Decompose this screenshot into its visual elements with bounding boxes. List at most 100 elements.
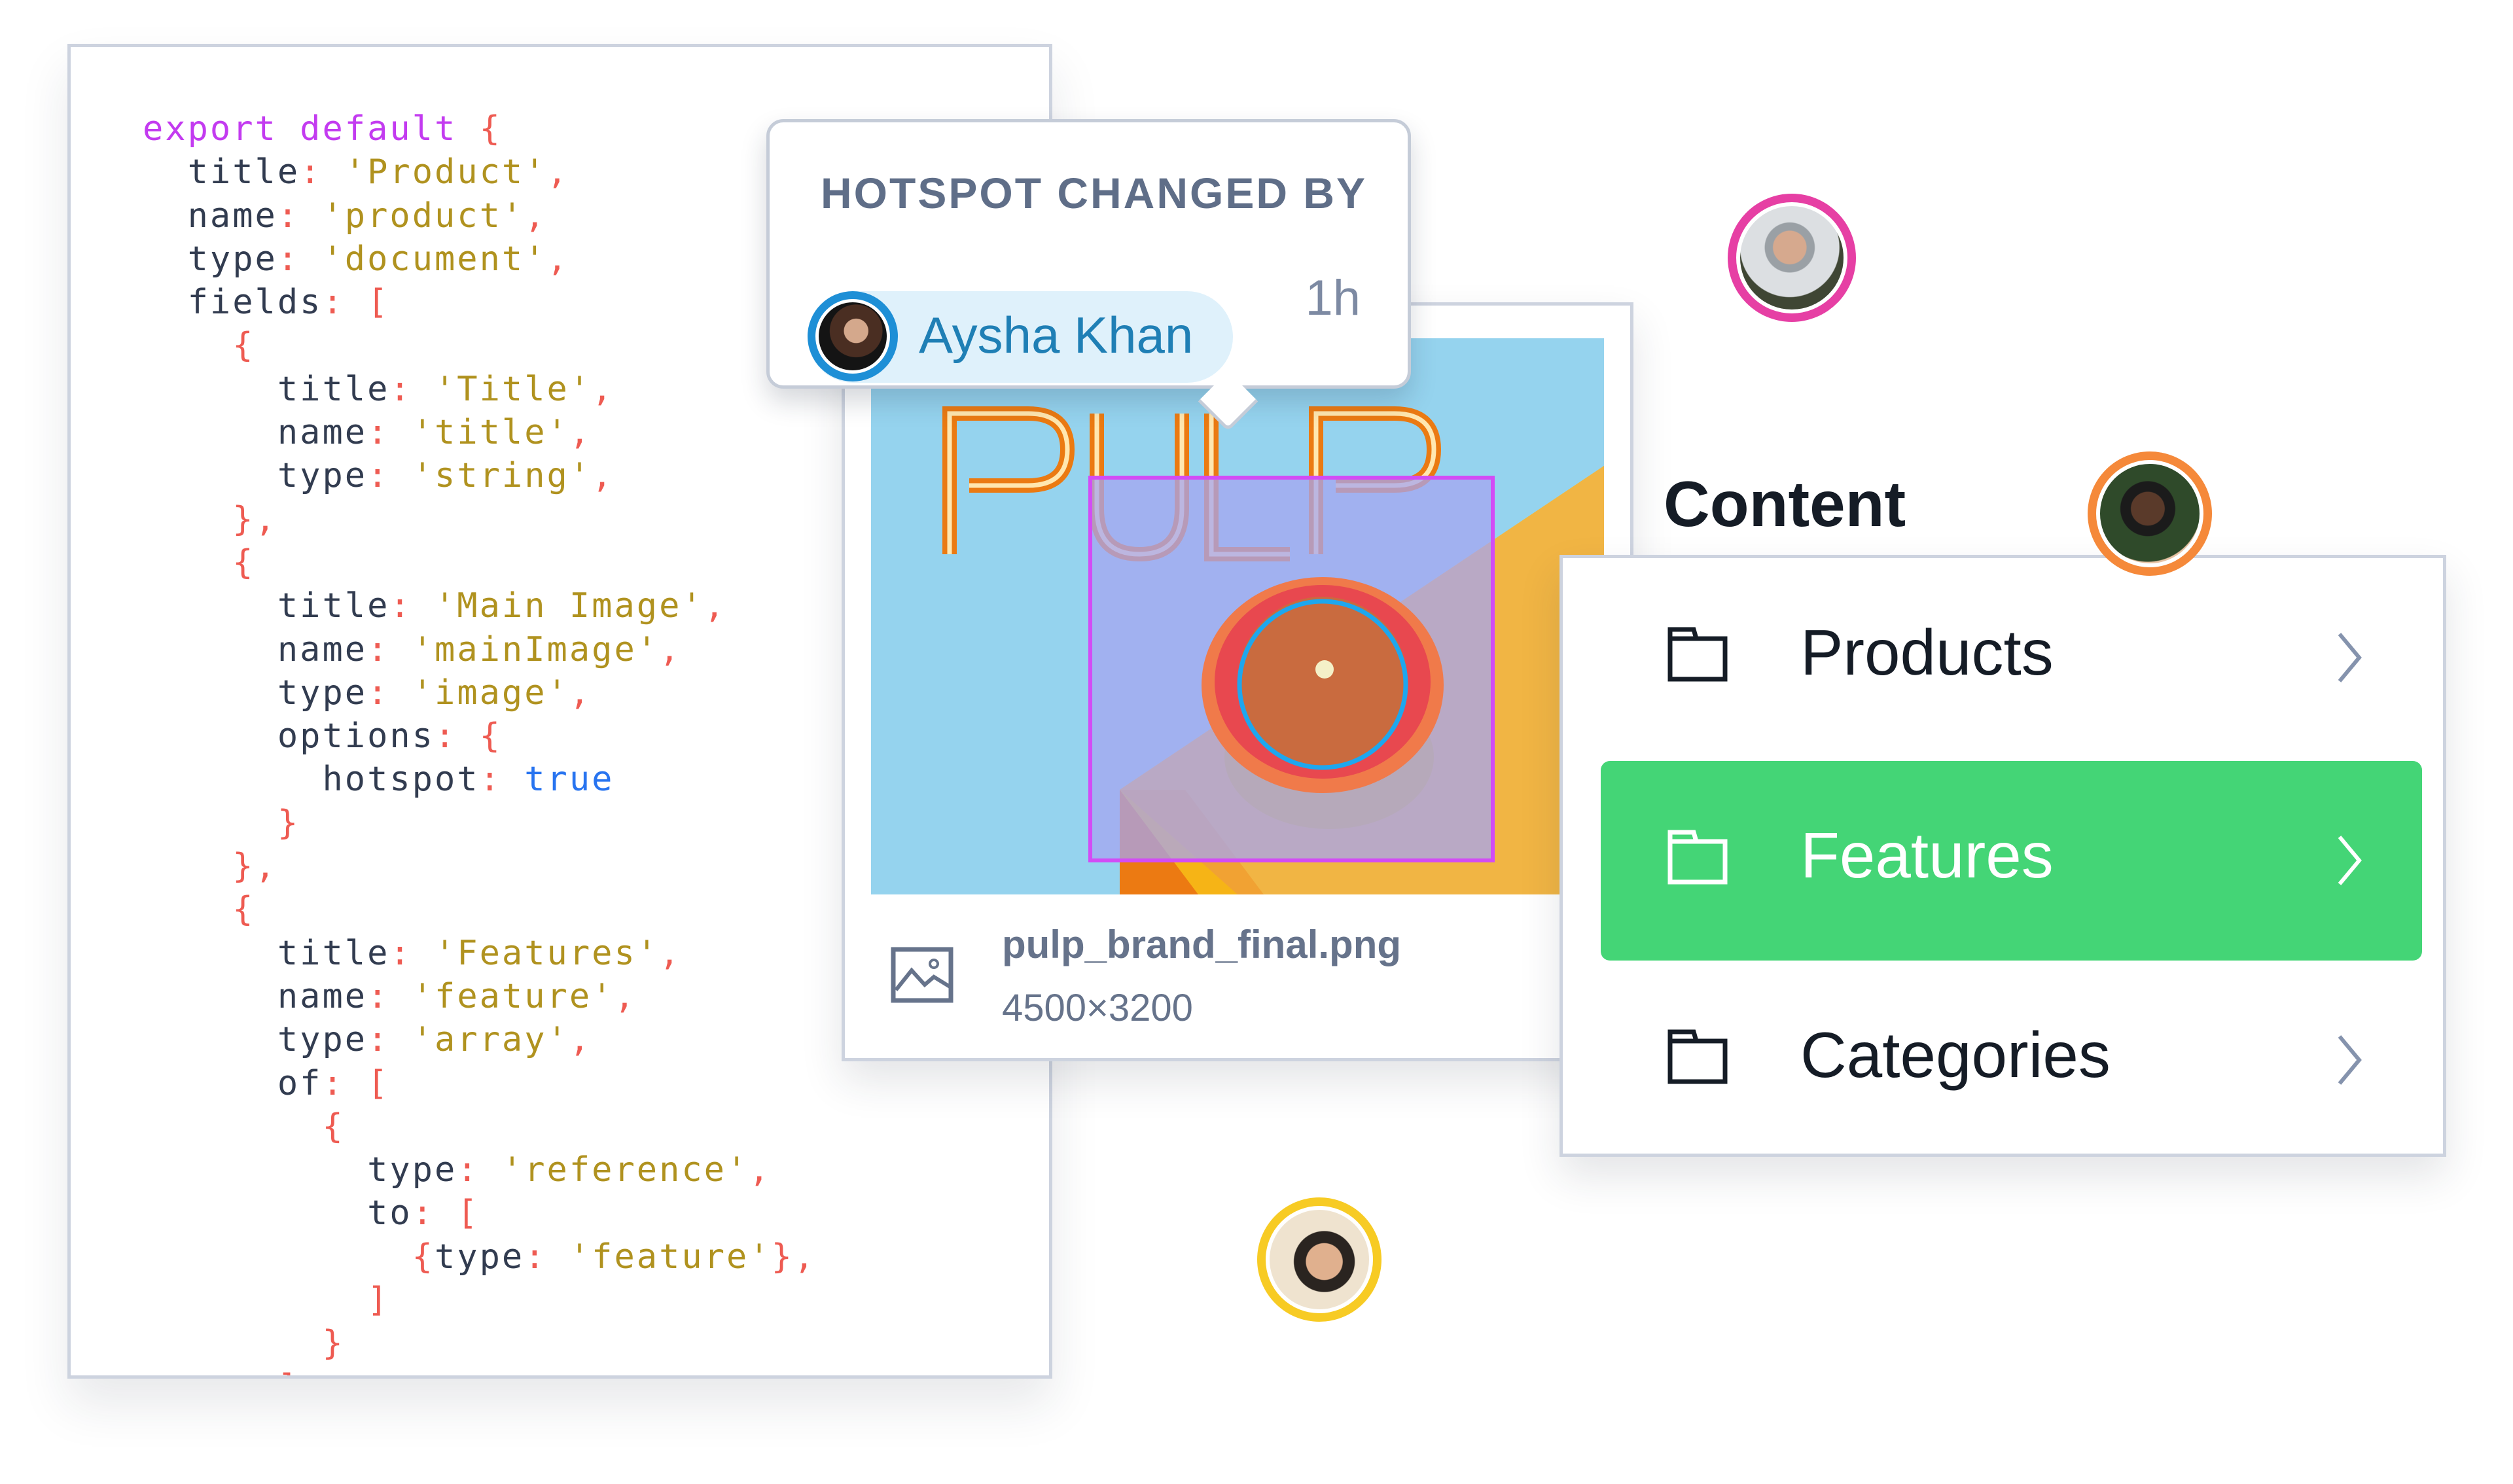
code-token: { (143, 542, 255, 582)
code-token: : (367, 629, 412, 669)
code-token: to (143, 1193, 412, 1233)
code-line: title: 'Main Image', (143, 584, 816, 627)
code-token: : (367, 673, 412, 713)
code-token: : { (435, 716, 502, 756)
code-token: : [ (412, 1193, 480, 1233)
code-line: }, (143, 845, 816, 888)
code-token: { (143, 890, 255, 930)
image-dimensions: 4500×3200 (1002, 987, 1193, 1029)
code-token: , (614, 976, 637, 1016)
schema-code: export default { title: 'Product', name:… (143, 107, 816, 1375)
code-token: , (704, 586, 726, 626)
code-line: ] (143, 1279, 816, 1322)
image-icon (891, 947, 954, 1003)
code-token: type (143, 673, 368, 713)
code-token: name (143, 413, 368, 453)
code-token: type (435, 1237, 525, 1277)
code-token: }, (143, 499, 277, 539)
code-token: }, (771, 1237, 817, 1277)
code-line: fields: [ (143, 281, 816, 324)
code-token: 'string' (412, 456, 592, 496)
hotspot-changed-tooltip: HOTSPOT CHANGED BY 1h Aysha Khan (766, 119, 1411, 432)
chevron-right-icon (2338, 1035, 2362, 1085)
code-token: }, (143, 847, 277, 887)
content-item-label: Features (1800, 819, 2054, 891)
presence-avatar-orange[interactable] (2088, 451, 2212, 576)
code-token: : (389, 586, 435, 626)
image-meta: pulp_brand_final.png 4500×3200 (845, 894, 1630, 1058)
code-token: : (389, 933, 435, 973)
folder-icon (1667, 1029, 1728, 1084)
code-token: name (143, 196, 277, 236)
code-line: hotspot: true (143, 758, 816, 801)
code-token: { (143, 1106, 345, 1146)
code-token: { (143, 1237, 435, 1277)
code-token: { (479, 109, 502, 149)
code-token: , (546, 152, 569, 192)
code-line: type: 'reference', (143, 1148, 816, 1192)
code-token: : (367, 976, 412, 1016)
code-token: 'Main Image' (435, 586, 704, 626)
code-line: { (143, 1105, 816, 1148)
code-token: , (592, 456, 615, 496)
code-token: 'array' (412, 1020, 569, 1060)
avatar-photo (1266, 1206, 1373, 1313)
code-token: : (300, 152, 345, 192)
code-token: title (143, 369, 390, 409)
code-line: to: [ (143, 1192, 816, 1235)
tooltip-time: 1h (1305, 270, 1361, 326)
code-token: type (143, 456, 368, 496)
code-line: title: 'Features', (143, 932, 816, 975)
code-token: 'reference' (501, 1150, 749, 1190)
code-token: 'product' (322, 196, 525, 236)
code-token: , (749, 1150, 772, 1190)
code-line: }, (143, 498, 816, 541)
folder-icon (1667, 627, 1728, 682)
code-token: : (457, 1150, 502, 1190)
presence-avatar-yellow[interactable] (1257, 1197, 1381, 1322)
code-line: } (143, 802, 816, 845)
image-filename: pulp_brand_final.png (1002, 923, 1401, 966)
code-token: type (143, 239, 277, 279)
code-line: } (143, 1322, 816, 1365)
code-line: type: 'image', (143, 671, 816, 715)
code-token: true (524, 760, 615, 800)
code-line: { (143, 324, 816, 367)
code-token: , (546, 239, 569, 279)
code-token: , (569, 413, 592, 453)
code-line: name: 'title', (143, 411, 816, 454)
code-line: name: 'feature', (143, 975, 816, 1018)
code-token: type (143, 1020, 368, 1060)
code-line: export default { (143, 107, 816, 150)
content-item-features[interactable]: Features (1601, 761, 2422, 961)
code-token: title (143, 152, 300, 192)
code-token: 'document' (322, 239, 547, 279)
code-line: name: 'mainImage', (143, 628, 816, 671)
chevron-right-icon (2338, 633, 2362, 682)
content-title: Content (1664, 468, 1906, 540)
code-token: , (592, 369, 615, 409)
code-token: : [ (322, 283, 390, 323)
code-token: of (143, 1063, 323, 1103)
code-token: export default (143, 109, 480, 149)
content-item-categories[interactable]: Categories (1601, 961, 2422, 1160)
code-line: { (143, 888, 816, 931)
code-line: title: 'Product', (143, 150, 816, 194)
code-token: , (569, 673, 592, 713)
code-token: name (143, 629, 368, 669)
code-token: : (524, 1237, 569, 1277)
code-token: options (143, 716, 435, 756)
code-token: : (277, 239, 323, 279)
code-token: : [ (322, 1063, 390, 1103)
content-item-products[interactable]: Products (1601, 558, 2422, 758)
code-token: type (143, 1150, 457, 1190)
user-name: Aysha Khan (919, 306, 1194, 364)
code-token: 'feature' (569, 1237, 772, 1277)
avatar-photo (815, 299, 890, 374)
presence-avatar-pink[interactable] (1728, 194, 1856, 322)
code-line: {type: 'feature'}, (143, 1235, 816, 1279)
code-token: ] (143, 1281, 390, 1320)
code-token: 'Product' (344, 152, 547, 192)
user-chip[interactable]: Aysha Khan (808, 291, 1233, 383)
tooltip-heading: HOTSPOT CHANGED BY (821, 169, 1368, 217)
